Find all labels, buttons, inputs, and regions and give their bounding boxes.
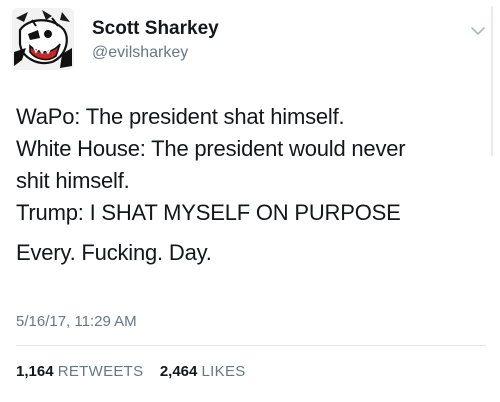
author-name[interactable]: Scott Sharkey: [92, 18, 219, 40]
tweet-text-line: WaPo: The president shat himself.: [16, 104, 345, 129]
divider: [16, 345, 486, 346]
tweet-text-line: White House: The president would never: [16, 136, 406, 161]
chevron-down-icon[interactable]: [470, 26, 486, 36]
scrollbar[interactable]: [491, 6, 493, 156]
tweet-timestamp[interactable]: 5/16/17, 11:29 AM: [16, 313, 137, 330]
likes-label: LIKES: [201, 363, 246, 380]
tweet-text: WaPo: The president shat himself. White …: [16, 101, 486, 269]
tweet: Scott Sharkey @evilsharkey WaPo: The pre…: [0, 0, 500, 402]
tweet-text-line: Trump: I SHAT MYSELF ON PURPOSE: [16, 200, 401, 225]
likes-stat[interactable]: 2,464 LIKES: [160, 363, 246, 380]
avatar-image: [12, 8, 74, 70]
retweets-count: 1,164: [16, 363, 54, 380]
author-handle[interactable]: @evilsharkey: [92, 44, 188, 62]
likes-count: 2,464: [159, 363, 198, 380]
tweet-text-line: shit himself.: [16, 168, 130, 193]
tweet-stats: 1,164 RETWEETS 2,464 LIKES: [16, 363, 246, 380]
tweet-text-line: Every. Fucking. Day.: [16, 240, 212, 265]
avatar[interactable]: [12, 8, 74, 70]
retweets-stat[interactable]: 1,164 RETWEETS: [16, 363, 148, 380]
retweets-label: RETWEETS: [57, 363, 144, 380]
